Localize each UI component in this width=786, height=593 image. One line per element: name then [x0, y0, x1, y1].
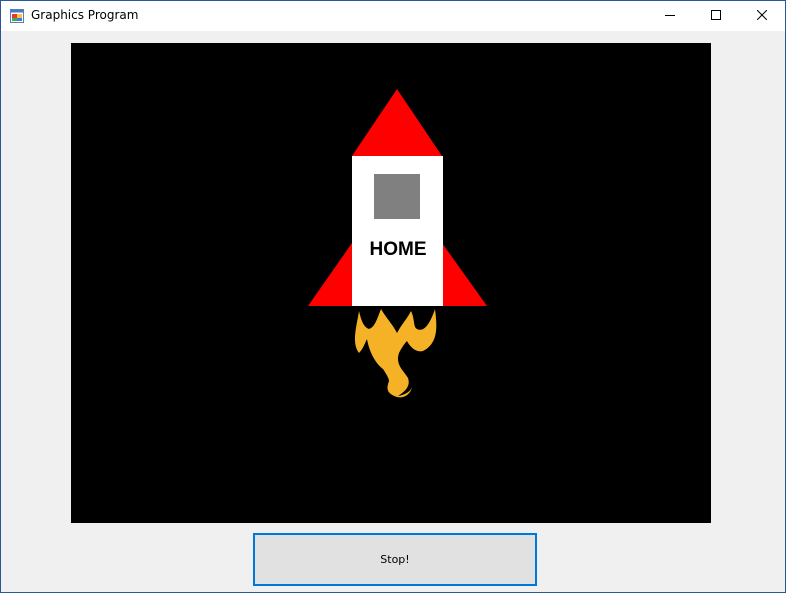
rocket-home-label: HOME [369, 239, 427, 260]
minimize-button[interactable] [647, 1, 693, 31]
right-fin [442, 243, 487, 306]
rocket-drawing [308, 89, 487, 398]
minimize-icon [665, 7, 675, 25]
stop-button[interactable]: Stop! [253, 533, 537, 586]
title-bar[interactable]: Graphics Program [1, 1, 785, 31]
close-button[interactable] [739, 1, 785, 31]
app-window-icon [10, 9, 24, 23]
close-icon [756, 7, 768, 25]
app-window: Graphics Program HOME Stop! [0, 0, 786, 593]
nose-cone [352, 89, 442, 156]
rocket-flame [354, 309, 437, 398]
porthole-window [374, 174, 420, 219]
maximize-button[interactable] [693, 1, 739, 31]
window-title: Graphics Program [31, 8, 139, 22]
maximize-icon [711, 7, 721, 25]
graphics-canvas: HOME [71, 43, 711, 523]
left-fin [308, 243, 353, 306]
